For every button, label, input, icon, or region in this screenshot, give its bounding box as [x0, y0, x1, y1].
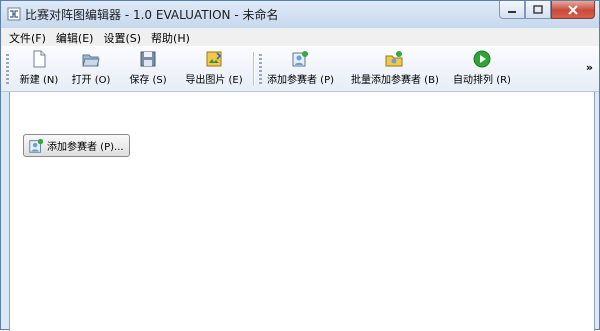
batch-add-label: 批量添加参赛者 (B): [351, 75, 439, 86]
add-participant-label: 添加参赛者 (P): [267, 75, 335, 86]
bracket-canvas[interactable]: 添加参赛者 (P)...: [9, 92, 595, 331]
batch-add-participants-button[interactable]: 批量添加参赛者 (B): [351, 48, 439, 88]
canvas-add-participant-button[interactable]: 添加参赛者 (P)...: [23, 134, 130, 157]
app-window: 比赛对阵图编辑器 - 1.0 EVALUATION - 未命名 文件(F) 编辑…: [0, 0, 600, 331]
toolbar: 新建 (N) 打开 (O) 保存 (S) 导出图片 (E) 添加参赛者 (P) …: [1, 46, 599, 92]
maximize-button[interactable]: [525, 1, 551, 19]
toolbar-grip[interactable]: [6, 54, 9, 84]
export-image-label: 导出图片 (E): [185, 75, 243, 86]
app-icon: [7, 7, 21, 21]
add-participant-icon: [292, 51, 308, 67]
canvas-add-participant-label: 添加参赛者 (P)...: [47, 142, 124, 153]
menu-edit[interactable]: 编辑(E): [51, 28, 99, 46]
close-button[interactable]: [551, 1, 595, 19]
toolbar-grip[interactable]: [259, 54, 262, 84]
save-disk-icon: [140, 51, 156, 67]
export-image-icon: [206, 51, 222, 67]
export-image-button[interactable]: 导出图片 (E): [185, 48, 243, 88]
menu-file[interactable]: 文件(F): [1, 28, 51, 46]
play-icon: [473, 50, 491, 68]
window-title: 比赛对阵图编辑器 - 1.0 EVALUATION - 未命名: [25, 8, 279, 22]
title-bar[interactable]: 比赛对阵图编辑器 - 1.0 EVALUATION - 未命名: [1, 1, 599, 28]
auto-arrange-label: 自动排列 (R): [453, 75, 511, 86]
menu-help[interactable]: 帮助(H): [146, 28, 195, 46]
open-label: 打开 (O): [71, 75, 111, 86]
open-button[interactable]: 打开 (O): [69, 48, 113, 88]
minimize-button[interactable]: [499, 1, 525, 19]
batch-add-icon: [385, 51, 403, 67]
save-label: 保存 (S): [129, 75, 167, 86]
menu-bar: 文件(F) 编辑(E) 设置(S) 帮助(H): [1, 28, 599, 46]
minimize-icon: [508, 10, 516, 13]
open-folder-icon: [82, 54, 100, 67]
toolbar-overflow-chevron-icon[interactable]: »: [586, 61, 593, 74]
maximize-icon: [533, 5, 543, 14]
add-participant-icon: [29, 138, 44, 153]
new-document-icon: [33, 50, 46, 68]
save-button[interactable]: 保存 (S): [125, 48, 171, 88]
new-button[interactable]: 新建 (N): [17, 48, 61, 88]
new-label: 新建 (N): [19, 75, 59, 86]
add-participant-button[interactable]: 添加参赛者 (P): [267, 48, 335, 88]
menu-settings[interactable]: 设置(S): [98, 28, 146, 46]
caption-buttons: [499, 1, 595, 20]
close-icon: [568, 4, 578, 15]
toolbar-separator: [253, 52, 254, 86]
auto-arrange-button[interactable]: 自动排列 (R): [453, 48, 511, 88]
